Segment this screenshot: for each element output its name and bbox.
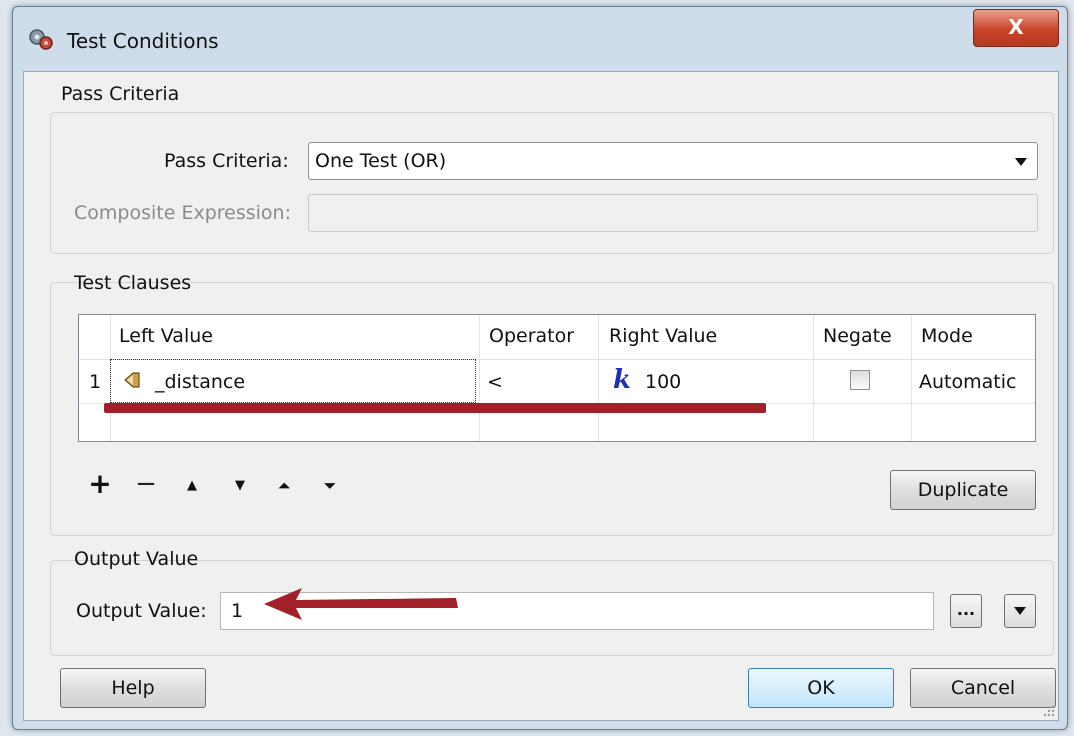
pass-criteria-group: Pass Criteria	[50, 83, 1054, 254]
pass-criteria-dropdown[interactable]: One Test (OR)	[308, 142, 1038, 180]
test-clauses-group-title: Test Clauses	[74, 272, 192, 294]
test-clauses-table[interactable]: Left Value Operator Right Value Negate M…	[78, 314, 1036, 442]
grid-line	[911, 315, 912, 441]
close-icon: X	[1008, 15, 1024, 39]
minus-icon: −	[135, 469, 157, 499]
pass-criteria-label: Pass Criteria:	[164, 150, 289, 172]
ellipsis-icon: ...	[956, 600, 976, 619]
arrow-up-icon: ▲	[187, 478, 197, 493]
dialog-body: Pass Criteria Pass Criteria: One Test (O…	[23, 71, 1059, 721]
operator-cell[interactable]: <	[487, 371, 503, 393]
arrow-down-icon: ▼	[235, 478, 245, 493]
resize-grip-icon[interactable]	[1041, 703, 1055, 717]
window-title: Test Conditions	[67, 29, 219, 53]
transformer-gears-icon	[29, 29, 53, 50]
constant-k-icon: k	[613, 365, 632, 395]
ok-button[interactable]: OK	[748, 668, 894, 708]
table-header: Left Value Operator Right Value Negate M…	[79, 315, 1035, 360]
output-value-group-title: Output Value	[74, 548, 199, 570]
help-button[interactable]: Help	[60, 668, 206, 708]
move-up-button[interactable]: ▲	[178, 472, 206, 500]
mode-cell[interactable]: Automatic	[919, 371, 1016, 393]
plus-icon: +	[88, 467, 112, 500]
pass-criteria-group-title: Pass Criteria	[61, 83, 180, 105]
move-to-top-button[interactable]: ⏶	[270, 472, 298, 500]
move-down-button[interactable]: ▼	[226, 472, 254, 500]
row-number: 1	[89, 371, 102, 393]
arrow-bottom-icon: ⏷	[323, 476, 337, 495]
close-button[interactable]: X	[973, 9, 1059, 47]
add-clause-button[interactable]: +	[86, 470, 114, 500]
negate-checkbox[interactable]	[850, 370, 870, 390]
cancel-button[interactable]: Cancel	[910, 668, 1056, 708]
output-value-dropdown-button[interactable]	[1004, 594, 1036, 628]
attribute-icon	[124, 372, 140, 388]
arrow-top-icon: ⏶	[277, 476, 291, 495]
column-right-value[interactable]: Right Value	[609, 325, 717, 347]
pass-criteria-value: One Test (OR)	[315, 150, 447, 172]
column-operator[interactable]: Operator	[489, 325, 574, 347]
grid-line	[598, 315, 599, 441]
move-to-bottom-button[interactable]: ⏷	[316, 472, 344, 500]
column-left-value[interactable]: Left Value	[119, 325, 213, 347]
output-value-label: Output Value:	[76, 600, 207, 622]
right-value-cell[interactable]: 100	[645, 371, 681, 393]
title-bar: Test Conditions X	[13, 7, 1067, 69]
grid-line	[479, 315, 480, 441]
left-value-text: _distance	[155, 371, 246, 393]
ellipsis-button[interactable]: ...	[950, 594, 982, 628]
annotation-underline	[104, 403, 766, 413]
column-negate[interactable]: Negate	[823, 325, 892, 347]
remove-clause-button[interactable]: −	[132, 469, 160, 500]
chevron-down-icon	[1014, 607, 1026, 615]
test-conditions-dialog: Test Conditions X Pass Criteria Pass Cri…	[12, 6, 1068, 730]
column-mode[interactable]: Mode	[921, 325, 973, 347]
annotation-arrow-icon	[264, 588, 458, 620]
composite-expression-label: Composite Expression:	[74, 202, 291, 224]
chevron-down-icon	[1015, 158, 1027, 166]
output-value-text: 1	[231, 600, 244, 622]
grid-line	[813, 315, 814, 441]
duplicate-button[interactable]: Duplicate	[890, 470, 1036, 510]
composite-expression-field	[308, 194, 1038, 232]
